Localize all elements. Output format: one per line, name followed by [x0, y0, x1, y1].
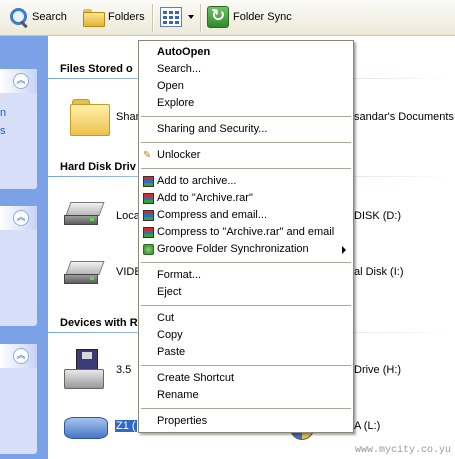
menu-separator: [141, 408, 351, 409]
menu-item-properties[interactable]: Properties: [140, 413, 352, 430]
menu-separator: [141, 142, 351, 143]
drive-label[interactable]: 3.5: [116, 364, 131, 376]
winrar-icon: [143, 227, 154, 238]
task-pane-group: ︽: [0, 344, 37, 454]
menu-item-format[interactable]: Format...: [140, 267, 352, 284]
menu-item-add-to-archive-rar[interactable]: Add to "Archive.rar": [140, 190, 352, 207]
groove-icon: [143, 244, 154, 255]
hard-drive-icon[interactable]: [64, 261, 105, 289]
toolbar: Search Folders Folder Sync: [0, 0, 455, 36]
drive-label[interactable]: Drive (H:): [354, 364, 401, 376]
menu-item-sharing-security[interactable]: Sharing and Security...: [140, 121, 352, 138]
task-link-fragment[interactable]: s: [0, 125, 6, 137]
toolbar-separator: [152, 4, 153, 32]
menu-separator: [141, 305, 351, 306]
removable-drive-icon[interactable]: [64, 417, 108, 439]
winrar-icon: [143, 193, 154, 204]
menu-separator: [141, 116, 351, 117]
collapse-chevron-icon[interactable]: ︽: [13, 210, 29, 226]
winrar-icon: [143, 176, 154, 187]
menu-item-eject[interactable]: Eject: [140, 284, 352, 301]
section-header-hard-disk: Hard Disk Driv: [60, 161, 136, 173]
drive-label[interactable]: DISK (D:): [354, 210, 401, 222]
task-link-fragment[interactable]: n: [0, 107, 6, 119]
menu-item-explore[interactable]: Explore: [140, 95, 352, 112]
drive-label[interactable]: al Disk (I:): [354, 266, 404, 278]
views-dropdown-icon[interactable]: [188, 15, 194, 19]
folders-button[interactable]: Folders: [82, 4, 145, 30]
folder-sync-icon: [207, 6, 229, 28]
drive-label[interactable]: Loca: [116, 210, 140, 222]
hard-drive-icon[interactable]: [64, 202, 105, 230]
section-header-files-stored: Files Stored o: [60, 63, 133, 75]
views-button[interactable]: [160, 4, 194, 30]
menu-item-copy[interactable]: Copy: [140, 327, 352, 344]
folder-sync-button-label: Folder Sync: [233, 11, 292, 23]
collapse-chevron-icon[interactable]: ︽: [13, 73, 29, 89]
menu-separator: [141, 365, 351, 366]
shared-documents-label[interactable]: Shar: [116, 111, 139, 123]
menu-item-compress-email[interactable]: Compress and email...: [140, 207, 352, 224]
search-icon: [8, 7, 28, 27]
folder-icon: [82, 8, 105, 27]
menu-item-add-to-archive[interactable]: Add to archive...: [140, 173, 352, 190]
collapse-chevron-icon[interactable]: ︽: [13, 348, 29, 364]
task-pane-group: ︽: [0, 206, 37, 326]
views-icon: [160, 7, 182, 27]
menu-item-rename[interactable]: Rename: [140, 387, 352, 404]
toolbar-separator: [200, 4, 201, 32]
documents-label[interactable]: sandar's Documents: [354, 111, 454, 123]
menu-item-create-shortcut[interactable]: Create Shortcut: [140, 370, 352, 387]
folder-icon[interactable]: [68, 99, 112, 136]
search-button[interactable]: Search: [8, 4, 67, 30]
folders-button-label: Folders: [108, 11, 145, 23]
floppy-drive-icon[interactable]: [64, 349, 106, 393]
watermark: www.mycity.co.yu: [354, 445, 451, 456]
menu-separator: [141, 168, 351, 169]
menu-item-paste[interactable]: Paste: [140, 344, 352, 361]
menu-item-autoopen[interactable]: AutoOpen: [140, 44, 352, 61]
submenu-arrow-icon: [342, 246, 346, 254]
menu-item-cut[interactable]: Cut: [140, 310, 352, 327]
selected-drive-label[interactable]: Z1 (: [115, 420, 137, 432]
winrar-icon: [143, 210, 154, 221]
drive-label[interactable]: A (L:): [354, 420, 380, 432]
context-menu: AutoOpen Search... Open Explore Sharing …: [138, 40, 354, 433]
menu-item-search[interactable]: Search...: [140, 61, 352, 78]
menu-item-groove-sync[interactable]: Groove Folder Synchronization: [140, 241, 352, 258]
menu-item-compress-archive-email[interactable]: Compress to "Archive.rar" and email: [140, 224, 352, 241]
task-pane: ︽ n s ︽ ︽: [0, 36, 48, 459]
menu-separator: [141, 262, 351, 263]
menu-item-open[interactable]: Open: [140, 78, 352, 95]
search-button-label: Search: [32, 11, 67, 23]
folder-sync-button[interactable]: Folder Sync: [207, 4, 292, 30]
menu-item-unlocker[interactable]: ✎ Unlocker: [140, 147, 352, 164]
section-header-removable: Devices with R: [60, 317, 138, 329]
task-pane-group: ︽ n s: [0, 69, 37, 189]
unlocker-icon: ✎: [143, 150, 152, 161]
